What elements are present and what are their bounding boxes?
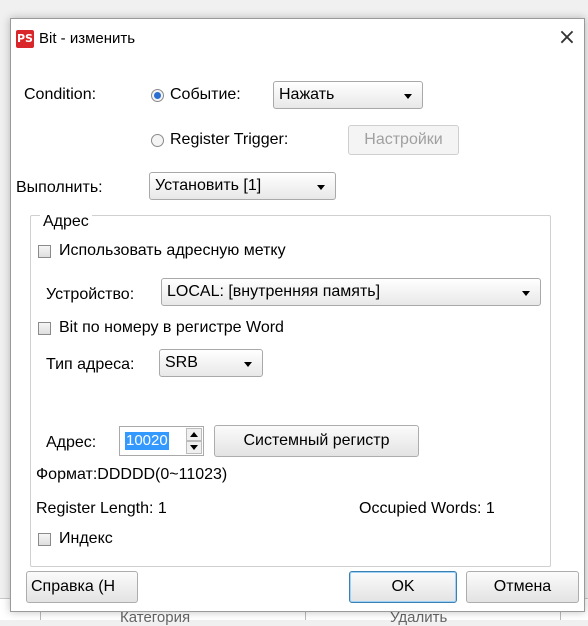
- execute-label: Выполнить:: [16, 179, 103, 196]
- address-stepper[interactable]: 10020: [119, 426, 204, 456]
- stepper-up-icon[interactable]: [186, 428, 202, 441]
- help-button[interactable]: Справка (H: [26, 571, 138, 603]
- event-select[interactable]: Нажать: [273, 81, 423, 109]
- chevron-down-icon: [317, 185, 325, 190]
- register-trigger-label[interactable]: Register Trigger:: [170, 130, 288, 150]
- address-type-value: SRB: [165, 354, 198, 371]
- stepper-down-icon[interactable]: [186, 441, 202, 454]
- app-logo-icon: PS: [16, 30, 34, 48]
- device-select[interactable]: LOCAL: [внутренняя память]: [161, 278, 541, 306]
- event-radio-label[interactable]: Событие:: [170, 85, 241, 105]
- execute-select-value: Установить [1]: [155, 177, 262, 194]
- bit-by-word-label[interactable]: Bit по номеру в регистре Word: [59, 318, 284, 338]
- title-bar[interactable]: PS Bit - изменить ×: [11, 19, 584, 57]
- stepper-buttons: [186, 428, 202, 454]
- chevron-down-icon: [404, 94, 412, 99]
- format-text: Формат:DDDDD(0~11023): [36, 466, 228, 483]
- dialog-title: Bit - изменить: [39, 30, 136, 47]
- cancel-button[interactable]: Отмена: [466, 571, 579, 603]
- chevron-down-icon: [522, 291, 530, 296]
- bit-by-word-checkbox[interactable]: [38, 322, 51, 335]
- occupied-words-text: Occupied Words: 1: [359, 500, 495, 517]
- address-label: Адрес:: [46, 434, 97, 451]
- index-label[interactable]: Индекс: [59, 529, 113, 549]
- bit-edit-dialog: PS Bit - изменить × Condition: Событие: …: [10, 18, 585, 612]
- address-type-select[interactable]: SRB: [159, 349, 263, 377]
- device-label: Устройство:: [46, 286, 135, 303]
- address-group-title: Адрес: [40, 212, 92, 232]
- register-trigger-radio[interactable]: [151, 134, 164, 147]
- event-radio[interactable]: [151, 89, 164, 102]
- device-select-value: LOCAL: [внутренняя память]: [167, 283, 381, 300]
- address-input-value[interactable]: 10020: [125, 432, 169, 450]
- use-address-tag-label[interactable]: Использовать адресную метку: [59, 241, 286, 261]
- index-checkbox[interactable]: [38, 533, 51, 546]
- register-length-text: Register Length: 1: [36, 500, 167, 517]
- ok-button[interactable]: OK: [349, 571, 457, 603]
- settings-button[interactable]: Настройки: [348, 125, 459, 155]
- execute-select[interactable]: Установить [1]: [149, 172, 336, 200]
- condition-label: Condition:: [24, 86, 97, 103]
- close-icon[interactable]: ×: [550, 21, 584, 55]
- system-register-button[interactable]: Системный регистр: [214, 425, 419, 457]
- event-select-value: Нажать: [279, 86, 335, 103]
- address-type-label: Тип адреса:: [46, 356, 135, 373]
- chevron-down-icon: [244, 362, 252, 367]
- use-address-tag-checkbox[interactable]: [38, 245, 51, 258]
